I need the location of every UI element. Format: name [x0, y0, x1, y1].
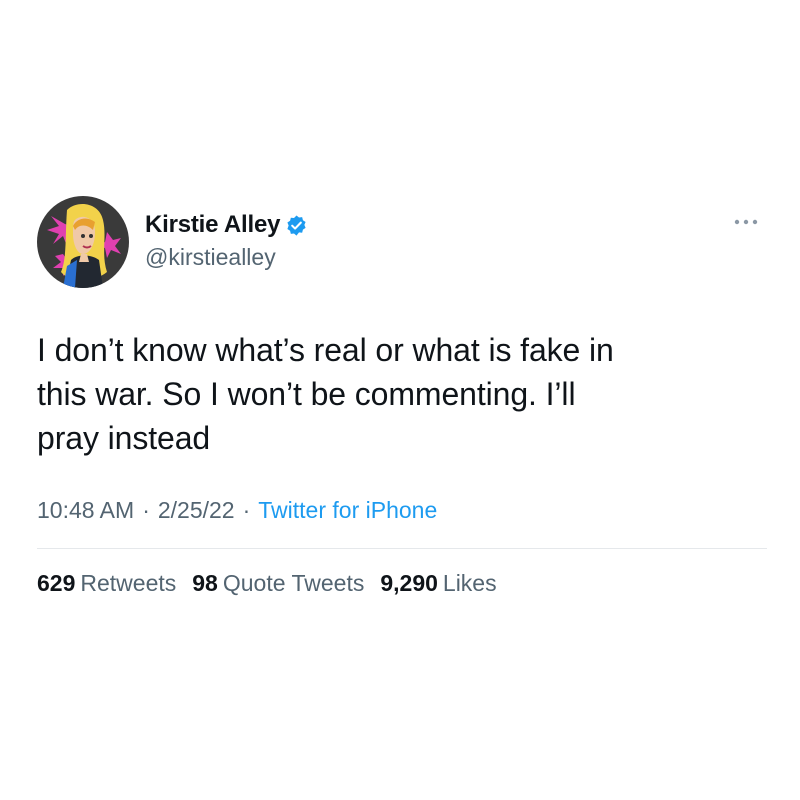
likes-stat[interactable]: 9,290 Likes [380, 570, 496, 597]
tweet-stats: 629 Retweets 98 Quote Tweets 9,290 Likes [37, 549, 767, 617]
quote-tweets-label: Quote Tweets [222, 569, 365, 596]
retweets-stat[interactable]: 629 Retweets [37, 570, 176, 597]
tweet-card: Kirstie Alley @kirstiealley I don’t know… [37, 196, 767, 617]
tweet-meta: 10:48 AM · 2/25/22 · Twitter for iPhone [37, 490, 767, 530]
tweet-date[interactable]: 2/25/22 [158, 497, 235, 524]
meta-separator: · [142, 496, 150, 523]
author-handle[interactable]: @kirstiealley [145, 244, 308, 271]
meta-separator: · [242, 496, 251, 523]
display-name[interactable]: Kirstie Alley [145, 211, 280, 239]
likes-count: 9,290 [380, 569, 438, 596]
tweet-header: Kirstie Alley @kirstiealley [37, 196, 767, 292]
avatar[interactable] [37, 196, 129, 288]
likes-label: Likes [442, 569, 497, 596]
name-row: Kirstie Alley [145, 210, 308, 240]
retweets-count: 629 [37, 569, 76, 596]
quote-tweets-stat[interactable]: 98 Quote Tweets [192, 570, 364, 597]
tweet-time[interactable]: 10:48 AM [37, 497, 134, 524]
verified-badge-icon [285, 214, 308, 237]
quote-tweets-count: 98 [192, 569, 218, 596]
profile-portrait-icon [37, 196, 129, 288]
retweets-label: Retweets [80, 569, 177, 596]
more-options-icon[interactable] [731, 212, 761, 232]
tweet-text: I don’t know what’s real or what is fake… [37, 332, 614, 456]
tweet-source-link[interactable]: Twitter for iPhone [258, 497, 437, 524]
author-names: Kirstie Alley @kirstiealley [145, 210, 308, 271]
